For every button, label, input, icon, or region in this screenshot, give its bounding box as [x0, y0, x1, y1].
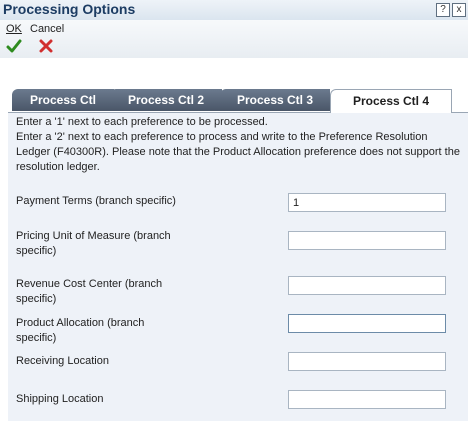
instruction-line-2: Enter a '2' next to each preference to p… [16, 131, 460, 173]
spacer [0, 58, 468, 85]
receiving-location-label: Receiving Location [16, 355, 109, 367]
instructions: Enter a '1' next to each preference to b… [16, 115, 462, 175]
window-title: Processing Options [3, 1, 136, 17]
tab-strip: Process Ctl Process Ctl 2 Process Ctl 3 … [0, 85, 468, 113]
cancel-button[interactable]: Cancel [30, 23, 64, 36]
tab-process-ctl[interactable]: Process Ctl [12, 89, 114, 111]
cancel-label: Cancel [30, 23, 65, 35]
help-icon[interactable]: ? [436, 3, 450, 17]
toolbar: OK Cancel [0, 20, 468, 59]
revenue-cost-center-label: Revenue Cost Center (branch specific) [16, 278, 163, 305]
pricing-uom-label: Pricing Unit of Measure (branch specific… [16, 230, 171, 257]
close-icon[interactable]: x [452, 3, 466, 17]
cancel-x-icon[interactable] [38, 38, 54, 54]
options-panel: Enter a '1' next to each preference to b… [8, 112, 468, 421]
pricing-uom-input[interactable] [288, 231, 446, 250]
product-allocation-input[interactable] [288, 314, 446, 333]
payment-terms-label: Payment Terms (branch specific) [16, 195, 176, 207]
revenue-cost-center-input[interactable] [288, 276, 446, 295]
product-allocation-label: Product Allocation (branch specific) [16, 317, 145, 344]
shipping-location-input[interactable] [288, 390, 446, 409]
tab-process-ctl-4[interactable]: Process Ctl 4 [330, 89, 452, 113]
shipping-location-label: Shipping Location [16, 393, 104, 405]
tab-process-ctl-3[interactable]: Process Ctl 3 [220, 89, 330, 111]
instruction-line-1: Enter a '1' next to each preference to b… [16, 116, 268, 128]
ok-label: OK [6, 23, 22, 35]
checkmark-icon[interactable] [6, 38, 22, 54]
payment-terms-input[interactable] [288, 193, 446, 212]
title-bar: Processing Options ? x [0, 0, 468, 20]
receiving-location-input[interactable] [288, 352, 446, 371]
tab-process-ctl-2[interactable]: Process Ctl 2 [110, 89, 222, 111]
ok-button[interactable]: OK [6, 23, 22, 36]
